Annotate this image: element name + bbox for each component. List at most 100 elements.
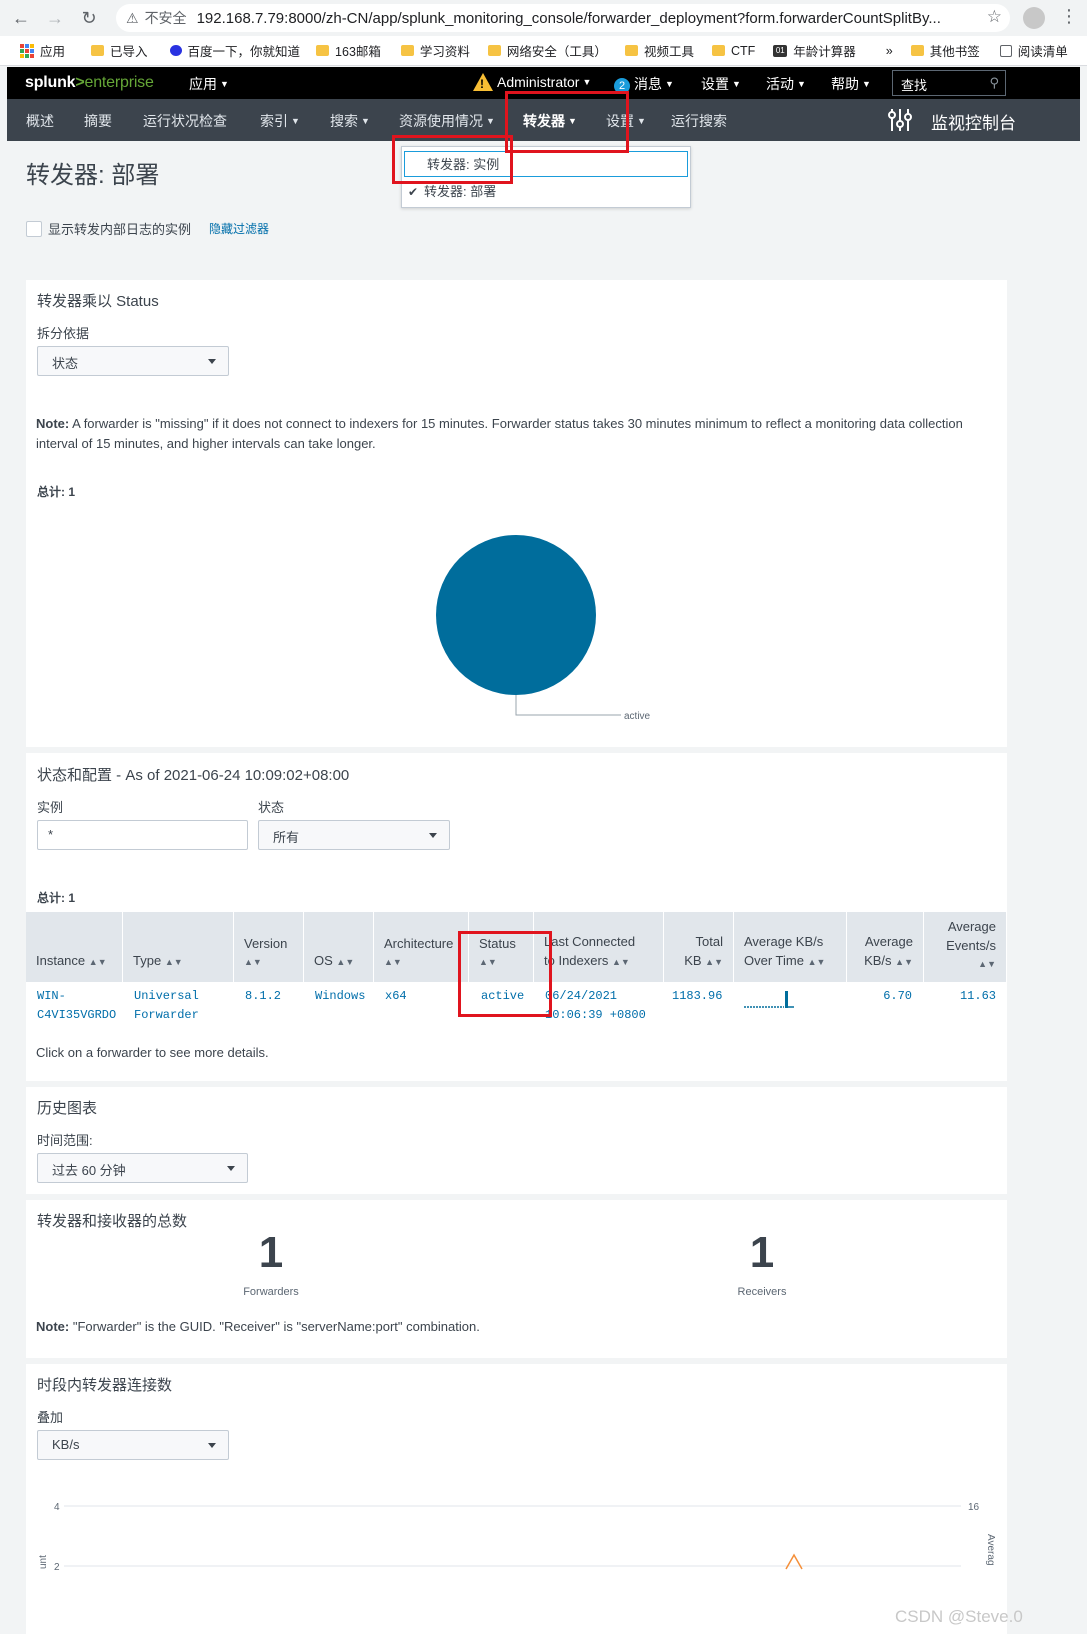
reload-icon[interactable]: ↻ [76, 5, 102, 31]
user-menu[interactable]: Administrator ▼ [497, 74, 591, 90]
menu-item-forwarder-deployment[interactable]: ✔ 转发器: 部署 [402, 179, 690, 205]
status-config-panel: 状态和配置 - As of 2021-06-24 10:09:02+08:00 … [26, 753, 1007, 1081]
show-internal-logs-checkbox[interactable] [26, 220, 42, 237]
overlay-label: 叠加 [37, 1410, 64, 1425]
checkmark-icon: ✔ [408, 185, 419, 199]
caret-down-icon: ▼ [568, 116, 577, 126]
bookmark-baidu[interactable]: 百度一下，你就知道 [169, 41, 300, 60]
hide-filter-link[interactable]: 隐藏过滤器 [209, 220, 269, 237]
bookmark-ctf[interactable]: CTF [711, 44, 755, 58]
caret-down-icon: ▼ [637, 116, 646, 126]
bookmark-imported[interactable]: 已导入 [91, 41, 148, 60]
col-header-instance[interactable]: Instance ▲▼ [26, 912, 123, 982]
col-header-version[interactable]: Version ▲▼ [234, 912, 304, 982]
nav-search[interactable]: 搜索 ▼ [330, 111, 370, 131]
col-header-total-kb[interactable]: Total KB ▲▼ [664, 912, 734, 982]
forward-arrow-icon[interactable]: → [42, 5, 68, 31]
col-header-architecture[interactable]: Architecture ▲▼ [374, 912, 469, 982]
apps-menu[interactable]: 应用 ▼ [189, 74, 229, 94]
bookmark-star-icon[interactable]: ☆ [987, 7, 1002, 27]
split-by-select[interactable]: 状态 [37, 346, 229, 376]
help-menu[interactable]: 帮助 ▼ [831, 74, 871, 94]
sort-icon: ▲▼ [479, 957, 497, 967]
folder-icon [624, 45, 638, 56]
csdn-watermark: CSDN @Steve.0 [895, 1607, 1023, 1626]
receivers-count: 1 [749, 1228, 775, 1277]
cell-last-connected: 06/24/2021 10:06:39 +0800 [545, 989, 646, 1022]
pie-slice-active[interactable] [436, 535, 596, 695]
cell-avg-kbs: 6.70 [883, 989, 912, 1003]
panel-title: 时段内转发器连接数 [37, 1377, 173, 1394]
cell-instance: WIN- C4VI35VGRDO [37, 989, 117, 1022]
bookmark-163[interactable]: 163邮箱 [316, 41, 381, 60]
address-bar[interactable]: ⚠ 不安全 192.168.7.79:8000/zh-CN/app/splunk… [116, 4, 1010, 32]
bookmark-security[interactable]: 网络安全（工具） [487, 41, 607, 60]
nav-overview[interactable]: 概述 [26, 111, 54, 131]
col-header-last-connected[interactable]: Last Connected to Indexers ▲▼ [534, 912, 664, 982]
bookmarks-bar: 应用 已导入 百度一下，你就知道 163邮箱 学习资料 网络安全（工具） 视频工… [0, 36, 1087, 66]
splunk-app: splunk>enterprise 应用 ▼ ! Administrator ▼ 2… [7, 67, 1080, 1634]
bookmarks-more[interactable]: » [886, 44, 893, 58]
instance-input[interactable]: * [37, 820, 248, 850]
sort-icon: ▲▼ [611, 957, 630, 967]
checkbox-label: 显示转发内部日志的实例 [48, 222, 192, 237]
nav-forwarders[interactable]: 转发器 ▼ [523, 111, 577, 131]
col-header-status[interactable]: Status ▲▼ [469, 912, 534, 982]
search-input[interactable]: 查找 ⚲ [892, 70, 1006, 96]
cell-os: Windows [315, 989, 366, 1003]
messages-menu[interactable]: 2 消息 ▼ [614, 74, 674, 94]
receivers-label: Receivers [737, 1286, 787, 1298]
y-left-tick-4: 4 [54, 1502, 60, 1513]
caret-down-icon: ▼ [291, 116, 300, 126]
activity-menu[interactable]: 活动 ▼ [766, 74, 806, 94]
nav-summary[interactable]: 摘要 [84, 111, 112, 131]
status-note: Note: A forwarder is "missing" if it doe… [36, 416, 963, 451]
time-range-select[interactable]: 过去 60 分钟 [37, 1153, 248, 1183]
nav-health-check[interactable]: 运行状况检查 [143, 111, 227, 131]
apps-grid-icon [20, 43, 34, 58]
sort-icon: ▲▼ [807, 957, 826, 967]
caret-down-icon: ▼ [732, 79, 741, 89]
bookmark-video[interactable]: 视频工具 [624, 41, 694, 60]
warning-icon: ⚠ [126, 9, 139, 26]
folder-icon [910, 45, 924, 56]
sort-icon: ▲▼ [978, 959, 996, 969]
warning-triangle-icon[interactable]: ! [473, 73, 493, 91]
menu-item-forwarder-instance[interactable]: 转发器: 实例 [404, 151, 688, 177]
col-header-os[interactable]: OS ▲▼ [304, 912, 374, 982]
col-header-type[interactable]: Type ▲▼ [123, 912, 234, 982]
status-select[interactable]: 所有 [258, 820, 450, 850]
nav-run-search[interactable]: 运行搜索 [671, 111, 727, 131]
calculator-icon: 01 [773, 44, 788, 57]
bookmark-study[interactable]: 学习资料 [400, 41, 470, 60]
splunk-logo[interactable]: splunk>enterprise [25, 74, 154, 92]
col-header-avg-events[interactable]: Average Events/s ▲▼ [924, 912, 1007, 982]
profile-avatar[interactable] [1023, 7, 1045, 29]
nav-indexing[interactable]: 索引 ▼ [260, 111, 300, 131]
sort-icon: ▲▼ [88, 957, 107, 967]
caret-down-icon: ▼ [486, 116, 495, 126]
baidu-paw-icon [169, 45, 182, 56]
reading-list[interactable]: 阅读清单 [999, 41, 1068, 60]
bookmark-age-calc[interactable]: 01 年龄计算器 [773, 41, 856, 60]
col-header-avg-kbs-over-time[interactable]: Average KB/s Over Time ▲▼ [734, 912, 847, 982]
url-text: 192.168.7.79:8000/zh-CN/app/splunk_monit… [196, 9, 941, 27]
sort-icon: ▲▼ [895, 957, 913, 967]
nav-settings[interactable]: 设置 ▼ [606, 111, 646, 131]
avg-kbs-sparkline [744, 991, 794, 1008]
back-arrow-icon[interactable]: ← [8, 5, 34, 31]
kebab-menu-icon[interactable]: ⋮ [1060, 6, 1078, 27]
bookmark-apps[interactable]: 应用 [20, 41, 65, 60]
col-header-avg-kbs[interactable]: Average KB/s ▲▼ [847, 912, 924, 982]
instance-label: 实例 [37, 800, 64, 815]
message-count-badge: 2 [614, 78, 630, 94]
table-row[interactable]: WIN- C4VI35VGRDO Universal Forwarder 8.1.2… [26, 982, 1007, 1030]
overlay-select[interactable]: KB/s [37, 1430, 229, 1460]
panel-title: 状态和配置 - As of 2021-06-24 10:09:02+08:00 [37, 767, 350, 784]
cell-version: 8.1.2 [245, 989, 282, 1003]
settings-menu[interactable]: 设置 ▼ [701, 74, 741, 94]
folder-icon [91, 45, 105, 56]
bookmark-other[interactable]: 其他书签 [910, 41, 980, 60]
panel-title: 历史图表 [37, 1100, 98, 1117]
nav-resource-usage[interactable]: 资源使用情况 ▼ [399, 111, 495, 131]
